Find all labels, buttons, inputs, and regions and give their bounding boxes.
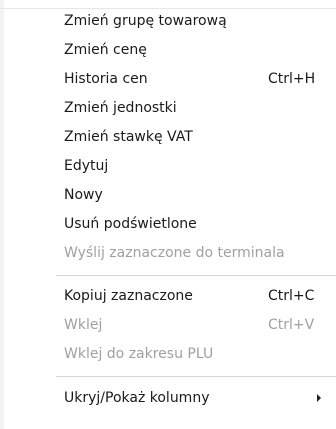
menu-item-copy-selected[interactable]: Kopiuj zaznaczone Ctrl+C bbox=[0, 282, 336, 310]
menu-item-label: Usuń podświetlone bbox=[64, 216, 197, 232]
menu-separator bbox=[56, 275, 336, 276]
menu-item-label: Wyślij zaznaczone do terminala bbox=[64, 245, 285, 261]
menu-item-label: Nowy bbox=[64, 187, 103, 203]
menu-item-price-history[interactable]: Historia cen Ctrl+H bbox=[0, 65, 336, 93]
menu-item-label: Historia cen bbox=[64, 71, 148, 87]
menu-item-change-vat-rate[interactable]: Zmień stawkę VAT bbox=[0, 123, 336, 151]
menu-item-shortcut: Ctrl+V bbox=[268, 317, 315, 333]
menu-item-paste: Wklej Ctrl+V bbox=[0, 311, 336, 339]
menu-item-label: Ukryj/Pokaż kolumny bbox=[64, 390, 210, 406]
menu-item-toggle-columns[interactable]: Ukryj/Pokaż kolumny bbox=[0, 384, 336, 412]
menu-item-shortcut: Ctrl+C bbox=[268, 288, 315, 304]
context-menu: Zmień grupę towarową Zmień cenę Historia… bbox=[0, 0, 336, 429]
menu-item-label: Kopiuj zaznaczone bbox=[64, 288, 193, 304]
menu-item-label: Wklej do zakresu PLU bbox=[64, 346, 214, 362]
menu-item-change-price[interactable]: Zmień cenę bbox=[0, 36, 336, 64]
menu-item-change-units[interactable]: Zmień jednostki bbox=[0, 94, 336, 122]
menu-item-delete-highlighted[interactable]: Usuń podświetlone bbox=[0, 210, 336, 238]
menu-item-edit[interactable]: Edytuj bbox=[0, 152, 336, 180]
menu-item-new[interactable]: Nowy bbox=[0, 181, 336, 209]
menu-item-change-product-group[interactable]: Zmień grupę towarową bbox=[0, 7, 336, 35]
menu-item-shortcut: Ctrl+H bbox=[268, 71, 316, 87]
menu-separator bbox=[56, 376, 336, 377]
menu-item-label: Zmień grupę towarową bbox=[64, 13, 227, 29]
menu-item-label: Zmień stawkę VAT bbox=[64, 129, 193, 145]
menu-item-label: Wklej bbox=[64, 317, 103, 333]
menu-item-label: Zmień cenę bbox=[64, 42, 147, 58]
menu-item-label: Zmień jednostki bbox=[64, 100, 177, 116]
menu-item-paste-to-plu-range: Wklej do zakresu PLU bbox=[0, 340, 336, 368]
menu-item-send-to-terminal: Wyślij zaznaczone do terminala bbox=[0, 239, 336, 267]
menu-item-label: Edytuj bbox=[64, 158, 109, 174]
submenu-arrow-icon bbox=[317, 394, 321, 402]
